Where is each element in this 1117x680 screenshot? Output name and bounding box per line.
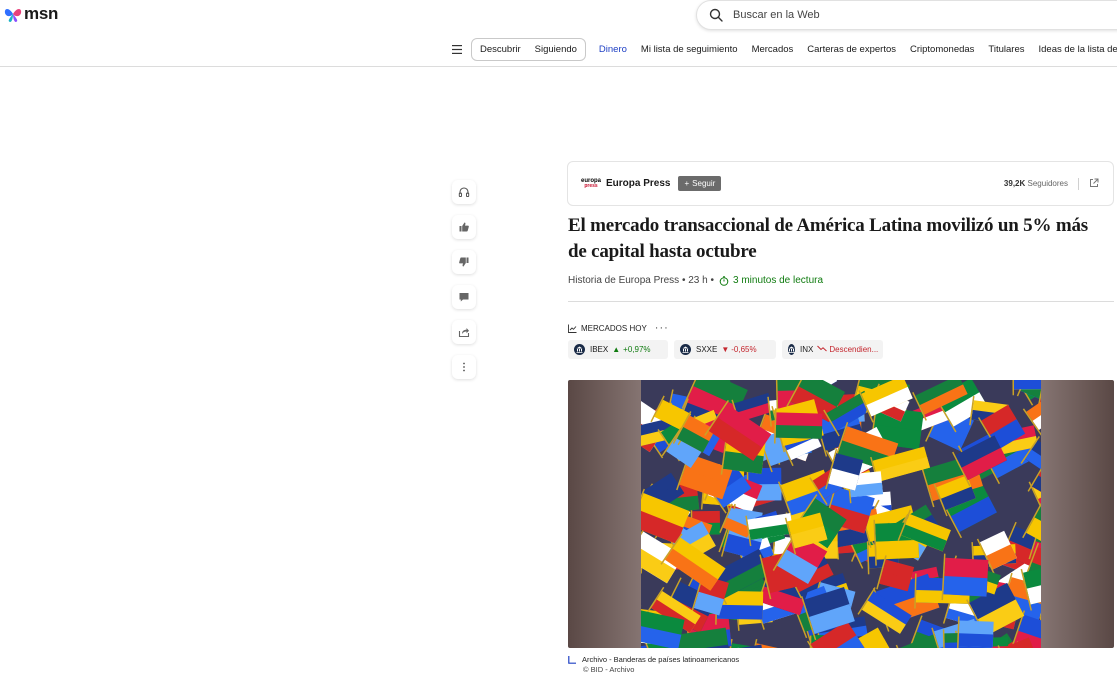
search-input[interactable] [731, 8, 1075, 22]
byline-divider [568, 301, 1114, 302]
nav-item-watchlist-ideas[interactable]: Ideas de la lista de seguimiento [1039, 44, 1117, 55]
headphones-icon [458, 187, 470, 197]
article-actions [452, 180, 476, 390]
ticker-inx[interactable]: INX Descendien... [782, 340, 883, 359]
ticker-symbol: SXXE [696, 345, 718, 354]
plus-icon: + [684, 179, 690, 188]
bank-icon [680, 344, 691, 355]
menu-icon[interactable] [452, 40, 462, 58]
flags-photo [641, 380, 1041, 648]
search-icon [709, 8, 723, 22]
read-time: 3 minutos de lectura [719, 275, 823, 286]
chart-line-icon [568, 324, 577, 333]
timer-icon [719, 275, 729, 286]
tab-descubrir[interactable]: Descubrir [480, 44, 521, 55]
thumbs-up-icon [459, 222, 469, 232]
publisher-logo-bottom: press [584, 183, 598, 189]
markets-header-label: MERCADOS HOY [581, 323, 647, 333]
feed-toggle: Descubrir Siguiendo [471, 37, 586, 61]
follow-button[interactable]: + Seguir [678, 176, 722, 191]
article-image[interactable] [568, 380, 1114, 648]
byline-dot: • [707, 275, 714, 286]
ticker-sxxe[interactable]: SXXE ▼ -0,65% [674, 340, 776, 359]
dislike-button[interactable] [452, 250, 476, 274]
ticker-change: +0,97% [623, 345, 651, 354]
butterfly-icon [4, 9, 22, 22]
tab-siguiendo[interactable]: Siguiendo [535, 44, 577, 55]
header-divider [0, 66, 1117, 67]
like-button[interactable] [452, 215, 476, 239]
trend-down-icon [817, 345, 828, 354]
more-options-button[interactable] [452, 355, 476, 379]
article-byline: Historia de Europa Press • 23 h • 3 minu… [568, 275, 823, 286]
search-box[interactable] [696, 0, 1117, 30]
logo-text: msn [24, 4, 59, 23]
byline-age: 23 h [688, 275, 708, 286]
ticker-symbol: INX [800, 345, 814, 354]
nav-item-watchlist[interactable]: Mi lista de seguimiento [641, 44, 738, 55]
ticker-change: Descendien... [829, 345, 879, 354]
byline-dot: • [679, 275, 689, 286]
thumbs-down-icon [459, 257, 469, 267]
markets-header: MERCADOS HOY ··· [568, 322, 669, 334]
byline-author: Historia de Europa Press [568, 275, 680, 286]
listen-button[interactable] [452, 180, 476, 204]
nav-item-expert-portfolios[interactable]: Carteras de expertos [807, 44, 896, 55]
caption-credit: © BID - Archivo [583, 665, 635, 674]
followers-count: 39,2K Seguidores [1003, 179, 1068, 188]
publisher-logo[interactable]: europa press [580, 177, 602, 191]
share-button[interactable] [452, 320, 476, 344]
external-link-icon[interactable] [1089, 175, 1099, 193]
nav-item-crypto[interactable]: Criptomonedas [910, 44, 974, 55]
publisher-meta: 39,2K Seguidores [1004, 175, 1099, 193]
comment-icon [459, 293, 469, 302]
nav-item-dinero[interactable]: Dinero [599, 44, 627, 55]
bank-icon [574, 344, 585, 355]
msn-logo[interactable]: msn [4, 4, 58, 24]
publisher-bar: europa press Europa Press + Seguir 39,2K… [567, 161, 1114, 206]
ticker-list: IBEX ▲ +0,97% SXXE ▼ -0,65% INX Descendi… [568, 340, 883, 359]
arrow-up-icon: ▲ [612, 345, 621, 354]
read-time-label: 3 minutos de lectura [732, 275, 824, 286]
image-caption: Archivo - Banderas de países latinoameri… [568, 655, 739, 675]
article-title: El mercado transaccional de América Lati… [568, 215, 1088, 262]
caption-text: Archivo - Banderas de países latinoameri… [582, 655, 740, 664]
share-icon [458, 328, 470, 338]
bank-icon [788, 344, 795, 355]
ticker-change: -0,65% [731, 345, 757, 354]
arrow-down-icon: ▼ [721, 345, 730, 354]
publisher-name[interactable]: Europa Press [606, 178, 670, 189]
ticker-ibex[interactable]: IBEX ▲ +0,97% [568, 340, 668, 359]
ticker-symbol: IBEX [590, 345, 609, 354]
top-nav: Descubrir Siguiendo Dinero Mi lista de s… [452, 37, 1117, 61]
more-vertical-icon [463, 362, 465, 372]
nav-item-titulares[interactable]: Titulares [988, 44, 1024, 55]
meta-divider [1078, 177, 1079, 190]
follow-label: Seguir [692, 179, 716, 188]
nav-item-mercados[interactable]: Mercados [752, 44, 794, 55]
markets-more-icon[interactable]: ··· [655, 322, 669, 334]
caption-corner-icon [568, 656, 576, 664]
comment-button[interactable] [452, 285, 476, 309]
